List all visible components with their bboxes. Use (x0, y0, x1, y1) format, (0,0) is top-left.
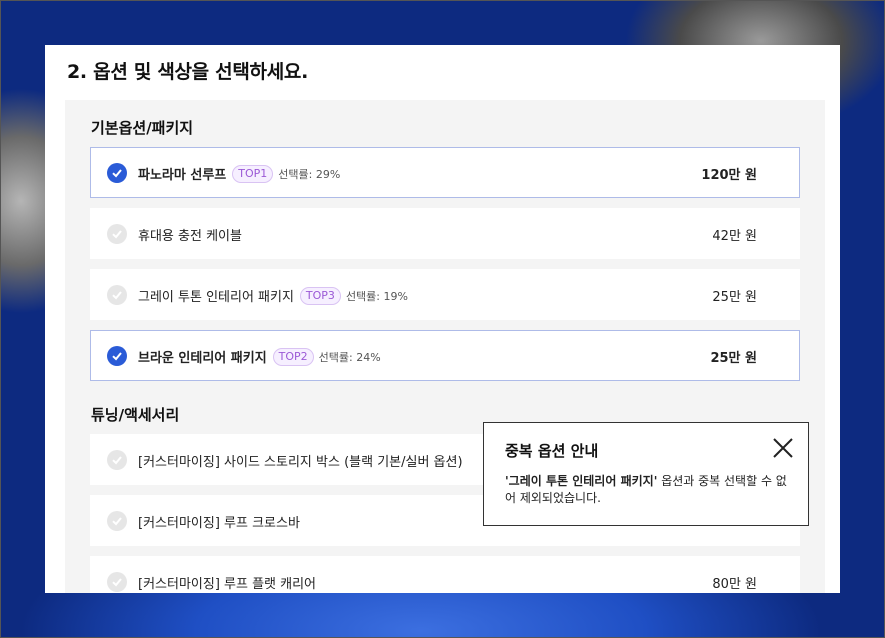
check-icon[interactable] (107, 224, 127, 244)
check-icon[interactable] (107, 450, 127, 470)
section-title-basic: 기본옵션/패키지 (91, 119, 194, 137)
selection-rate: 선택률: 29% (278, 167, 341, 181)
popup-title: 중복 옵션 안내 (505, 442, 599, 460)
option-item[interactable]: 그레이 투톤 인테리어 패키지 TOP3 선택률: 19% 25만 원 (90, 269, 800, 320)
check-icon[interactable] (107, 285, 127, 305)
page-title: 2. 옵션 및 색상을 선택하세요. (67, 61, 308, 83)
option-name: [커스터마이징] 루프 플랫 캐리어 (138, 577, 317, 592)
option-price: 42만 원 (712, 229, 757, 244)
rank-badge: TOP2 (272, 347, 314, 366)
check-icon[interactable] (107, 572, 127, 592)
option-name: [커스터마이징] 사이드 스토리지 박스 (블랙 기본/실버 옵션) (138, 455, 463, 470)
option-price: 120만 원 (701, 168, 757, 183)
popup-highlight: '그레이 투톤 인테리어 패키지' (505, 474, 658, 488)
rank-badge: TOP3 (299, 286, 341, 305)
duplicate-option-popup: 중복 옵션 안내 '그레이 투톤 인테리어 패키지' 옵션과 중복 선택할 수 … (483, 422, 809, 526)
option-name: 휴대용 충전 케이블 (138, 229, 242, 244)
check-icon[interactable] (107, 346, 127, 366)
rank-badge: TOP1 (232, 164, 274, 183)
option-item[interactable]: [커스터마이징] 루프 플랫 캐리어 80만 원 (90, 556, 800, 593)
option-item[interactable]: 휴대용 충전 케이블 42만 원 (90, 208, 800, 259)
option-item[interactable]: 브라운 인테리어 패키지 TOP2 선택률: 24% 25만 원 (90, 330, 800, 381)
selection-rate: 선택률: 19% (345, 289, 408, 303)
option-price: 80만 원 (712, 577, 757, 592)
option-price: 25만 원 (712, 290, 757, 305)
option-price: 25만 원 (710, 351, 757, 366)
option-name: [커스터마이징] 루프 크로스바 (138, 516, 300, 531)
popup-message: '그레이 투톤 인테리어 패키지' 옵션과 중복 선택할 수 없어 제외되었습니… (505, 474, 787, 505)
check-icon[interactable] (107, 163, 127, 183)
section-title-tuning: 튜닝/액세서리 (91, 406, 180, 424)
option-name: 브라운 인테리어 패키지 (138, 351, 267, 366)
selection-rate: 선택률: 24% (318, 350, 381, 364)
option-name: 파노라마 선루프 (138, 168, 227, 183)
option-item[interactable]: 파노라마 선루프 TOP1 선택률: 29% 120만 원 (90, 147, 800, 198)
close-icon[interactable] (772, 437, 794, 459)
option-name: 그레이 투톤 인테리어 패키지 (138, 290, 294, 305)
check-icon[interactable] (107, 511, 127, 531)
